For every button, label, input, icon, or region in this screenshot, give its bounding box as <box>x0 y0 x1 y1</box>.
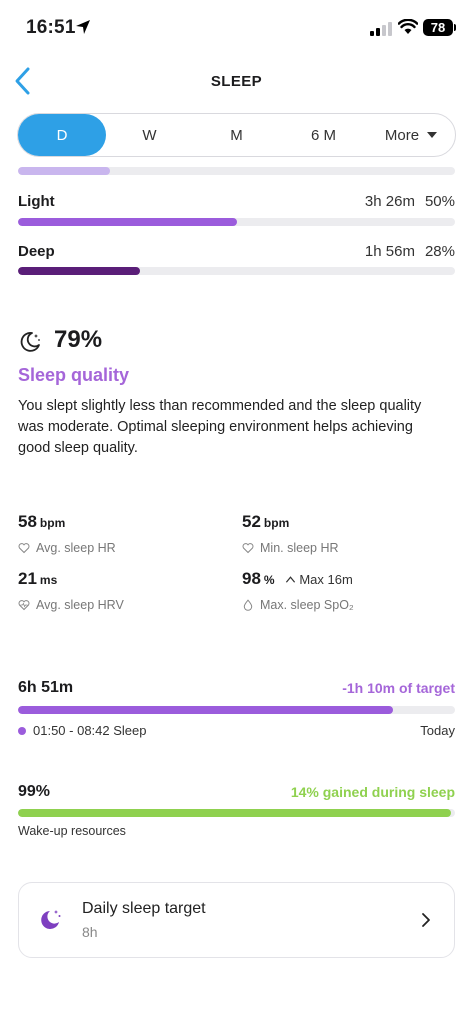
avg-hr-unit: bpm <box>39 516 66 530</box>
target-diff: -1h 10m of target <box>342 680 455 696</box>
chevron-right-icon <box>422 913 430 927</box>
light-bar-fill <box>18 218 237 226</box>
resources-percent: 99% <box>18 783 51 800</box>
status-time: 16:51 <box>26 17 76 38</box>
resources-bar-fill <box>18 809 451 817</box>
deep-percent: 28% <box>424 243 455 260</box>
sleep-window: 01:50 - 08:42 Sleep <box>33 723 147 738</box>
caret-down-icon <box>427 132 438 138</box>
hrv-label-row: Avg. sleep HRV <box>18 598 124 612</box>
tab-more-label: More <box>384 126 420 144</box>
min-hr-unit: bpm <box>263 516 290 530</box>
resources-label: Wake-up resources <box>18 824 126 838</box>
light-bar <box>18 218 455 226</box>
deep-duration: 1h 56m <box>364 243 415 260</box>
tab-six-months[interactable]: 6 M <box>280 114 367 156</box>
card-title: Daily sleep target <box>82 900 206 917</box>
hrv-unit: ms <box>39 573 58 587</box>
heart-icon <box>18 543 30 554</box>
light-duration: 3h 26m <box>364 193 415 210</box>
tab-month[interactable]: M <box>193 114 280 156</box>
resources-gained: 14% gained during sleep <box>290 784 455 800</box>
min-hr-label-row: Min. sleep HR <box>242 541 339 555</box>
min-hr-label: Min. sleep HR <box>260 541 339 555</box>
wifi-icon <box>398 19 418 34</box>
sleep-duration-bar-fill <box>18 706 393 714</box>
battery-level: 78 <box>430 20 446 35</box>
spo2-unit: % <box>263 573 275 587</box>
tab-more[interactable]: More <box>367 114 455 156</box>
rem-bar <box>18 167 455 175</box>
sleep-quality-percent: 79% <box>54 326 103 353</box>
resources-bar <box>18 809 455 817</box>
light-label: Light <box>18 193 55 210</box>
deep-values: 1h 56m 28% <box>365 243 455 260</box>
drop-icon <box>243 599 253 611</box>
sleep-quality-description: You slept slightly less than recommended… <box>18 398 422 456</box>
heart-icon <box>242 543 254 554</box>
sleep-duration-bar <box>18 706 455 714</box>
spo2-max: Max 16m <box>285 572 353 587</box>
light-percent: 50% <box>424 193 455 210</box>
sleep-quality-title: Sleep quality <box>18 365 130 385</box>
moon-stars-icon <box>41 910 61 929</box>
deep-bar-fill <box>18 267 141 275</box>
avg-hr-number: 58 <box>18 512 37 531</box>
hrv-value: 21 ms <box>18 569 57 589</box>
min-hr-number: 52 <box>242 512 261 531</box>
spo2-label-row: Max. sleep SpO₂ <box>242 598 354 612</box>
avg-hr-value: 58 bpm <box>18 512 65 532</box>
heart-pulse-icon <box>18 600 30 611</box>
tab-day[interactable]: D <box>18 114 106 156</box>
spo2-label: Max. sleep SpO₂ <box>260 598 354 612</box>
total-sleep: 6h 51m <box>18 679 74 696</box>
daily-sleep-target-card[interactable]: Daily sleep target 8h <box>18 882 455 958</box>
period-tabs: D W M 6 M More <box>17 113 456 157</box>
hrv-label: Avg. sleep HRV <box>36 598 124 612</box>
nav-header: SLEEP <box>0 60 473 104</box>
deep-label: Deep <box>18 243 55 260</box>
avg-hr-label-row: Avg. sleep HR <box>18 541 116 555</box>
cellular-signal-icon <box>370 22 392 36</box>
spo2-value: 98% Max 16m <box>242 569 353 589</box>
card-value: 8h <box>82 924 98 940</box>
status-bar: 16:51 78 <box>0 0 473 56</box>
spo2-number: 98 <box>242 569 261 588</box>
avg-hr-label: Avg. sleep HR <box>36 541 116 555</box>
location-arrow-icon <box>76 20 90 34</box>
deep-bar <box>18 267 455 275</box>
sleep-window-row: 01:50 - 08:42 Sleep <box>18 723 146 738</box>
min-hr-value: 52 bpm <box>242 512 289 532</box>
moon-stars-icon <box>20 332 40 352</box>
peak-icon <box>286 576 296 583</box>
spo2-max-text: Max 16m <box>299 572 353 587</box>
sleep-day: Today <box>420 723 455 738</box>
tab-week[interactable]: W <box>106 114 193 156</box>
light-values: 3h 26m 50% <box>365 193 455 210</box>
hrv-number: 21 <box>18 569 37 588</box>
rem-bar-fill <box>18 167 110 175</box>
rem-row-clipped <box>18 157 455 167</box>
battery-icon: 78 <box>423 19 456 36</box>
page-title: SLEEP <box>210 73 263 90</box>
sleep-dot <box>18 726 26 735</box>
